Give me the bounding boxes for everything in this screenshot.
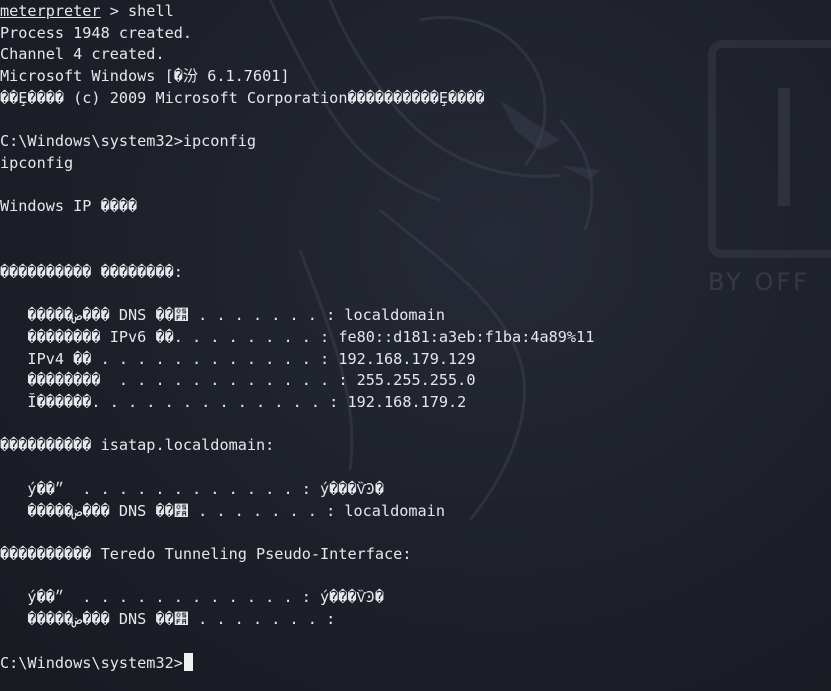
terminal-window[interactable]: BY OFF meterpreter > shell Process 1948 …	[0, 0, 831, 691]
output-line: Microsoft Windows [�汾 6.1.7601]	[0, 67, 290, 86]
prompt-user: meterpreter	[0, 2, 101, 20]
output-line: Ĭ������. . . . . . . . . . . . . : 192.1…	[0, 392, 467, 411]
kali-logo-box	[708, 40, 831, 258]
text-cursor	[183, 652, 193, 671]
output-line: �������� . . . . . . . . . . . . : 255.2…	[0, 371, 476, 390]
watermark-text: BY OFF	[708, 268, 810, 296]
output-line: ���������� Teredo Tunneling Pseudo-Inter…	[0, 544, 412, 563]
output-line: �����ض��� DNS ��׺ . . . . . . . :	[0, 610, 336, 629]
meterpreter-prompt-line: meterpreter > shell	[0, 1, 594, 23]
output-line: ý��״ . . . . . . . . . . . . : ý���ѶϿ�	[0, 479, 384, 498]
output-line: IPv4 �� . . . . . . . . . . . . : 192.16…	[0, 349, 476, 368]
output-line: C:\Windows\system32>ipconfig	[0, 132, 257, 151]
output-line: �������� IPv6 ��. . . . . . . . : fe80::…	[0, 327, 595, 346]
output-line: Windows IP ����	[0, 197, 138, 216]
final-prompt: C:\Windows\system32>	[0, 653, 183, 672]
output-line: Channel 4 created.	[0, 45, 165, 64]
output-line: Process 1948 created.	[0, 23, 193, 42]
output-line: ���������� ��������:	[0, 262, 183, 281]
prompt-command: > shell	[100, 2, 174, 20]
output-lines: Process 1948 created. Channel 4 created. M…	[0, 23, 594, 653]
active-prompt-line[interactable]: C:\Windows\system32>	[0, 652, 594, 675]
output-line: ipconfig	[0, 154, 74, 173]
output-line: ��Ȩ���� (c) 2009 Microsoft Corporation��…	[0, 88, 485, 107]
output-line: ���������� isatap.localdomain:	[0, 436, 275, 455]
output-line: �����ض��� DNS ��׺ . . . . . . . : locald…	[0, 306, 445, 325]
output-line: ý��״ . . . . . . . . . . . . : ý���ѶϿ�	[0, 588, 384, 607]
output-line: �����ض��� DNS ��׺ . . . . . . . : locald…	[0, 501, 445, 520]
terminal-output[interactable]: meterpreter > shell Process 1948 created…	[0, 1, 594, 674]
